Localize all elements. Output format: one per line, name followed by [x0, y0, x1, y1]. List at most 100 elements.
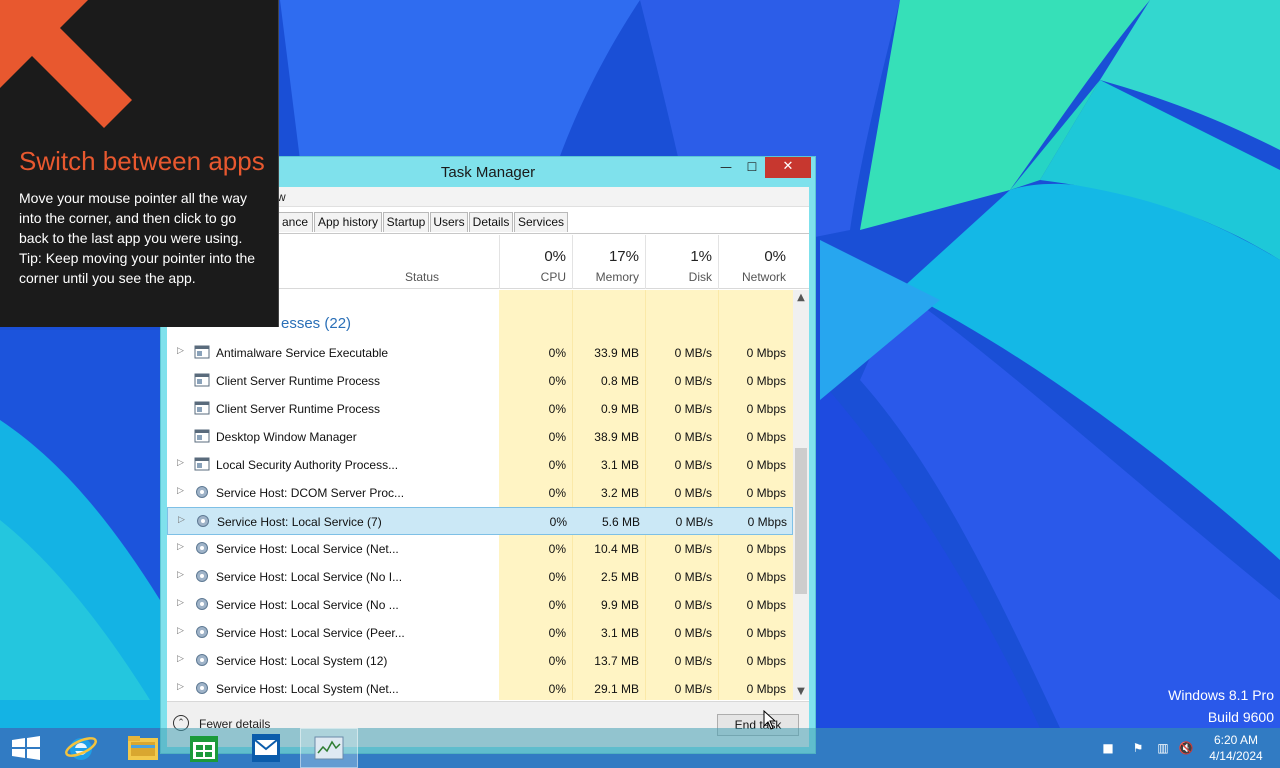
- arrow-up-left-icon: [0, 0, 132, 128]
- tab-app-history[interactable]: App history: [314, 212, 382, 232]
- tab-users[interactable]: Users: [430, 212, 468, 232]
- process-network: 0 Mbps: [746, 542, 786, 556]
- expand-arrow-icon[interactable]: ▷: [177, 597, 184, 608]
- windows-watermark: Windows 8.1 Pro Build 9600: [1168, 684, 1274, 728]
- column-status[interactable]: Status: [405, 270, 439, 284]
- system-clock[interactable]: 6:20 AM 4/14/2024: [1200, 732, 1272, 764]
- volume-muted-icon[interactable]: 🔇: [1178, 740, 1194, 756]
- taskbar-internet-explorer[interactable]: [56, 728, 114, 768]
- expand-arrow-icon[interactable]: ▷: [177, 681, 184, 692]
- start-button[interactable]: [0, 728, 58, 768]
- process-row[interactable]: ▷ Service Host: Local Service (No I... 0% 2…: [167, 563, 793, 591]
- process-disk: 0 MB/s: [674, 542, 712, 556]
- process-network: 0 Mbps: [746, 346, 786, 360]
- minimize-button[interactable]: —: [713, 157, 739, 178]
- process-cpu: 0%: [548, 430, 566, 444]
- file-explorer-icon: [128, 736, 158, 760]
- process-row[interactable]: Client Server Runtime Process 0% 0.9 MB 0 M…: [167, 395, 793, 423]
- process-row[interactable]: ▷ Service Host: Local System (12) 0% 13.7 M…: [167, 647, 793, 675]
- column-memory[interactable]: Memory: [574, 270, 639, 284]
- process-name: Client Server Runtime Process: [216, 402, 381, 416]
- tab-startup[interactable]: Startup: [383, 212, 429, 232]
- process-memory: 13.7 MB: [594, 654, 639, 668]
- process-row[interactable]: ▷ Service Host: Local Service (No ... 0% 9.…: [167, 591, 793, 619]
- tab-details[interactable]: Details: [469, 212, 513, 232]
- network-icon[interactable]: ▥: [1155, 740, 1171, 756]
- process-row[interactable]: Client Server Runtime Process 0% 0.8 MB 0 M…: [167, 367, 793, 395]
- process-row[interactable]: ▷ Service Host: Local Service (7) 0% 5.6 MB…: [167, 507, 793, 535]
- clock-date: 4/14/2024: [1209, 749, 1263, 763]
- process-network: 0 Mbps: [746, 430, 786, 444]
- process-memory: 0.8 MB: [600, 374, 639, 388]
- expand-arrow-icon[interactable]: ▷: [178, 514, 185, 525]
- process-name: Service Host: Local Service (No I...: [216, 570, 403, 584]
- process-name: Service Host: Local Service (No ...: [216, 598, 399, 612]
- show-desktop-icon[interactable]: ■: [1100, 740, 1116, 756]
- process-cpu: 0%: [548, 626, 566, 640]
- process-row[interactable]: ▷ Service Host: Local Service (Net... 0% 10…: [167, 535, 793, 563]
- process-list[interactable]: esses (22) ▷ Antimalware Service Executab…: [167, 290, 793, 700]
- process-row[interactable]: Desktop Window Manager 0% 38.9 MB 0 MB/s 0 M…: [167, 423, 793, 451]
- close-button[interactable]: ✕: [765, 157, 811, 178]
- column-network[interactable]: Network: [720, 270, 786, 284]
- process-network: 0 Mbps: [746, 654, 786, 668]
- process-network: 0 Mbps: [746, 570, 786, 584]
- tab-services[interactable]: Services: [514, 212, 568, 232]
- maximize-button[interactable]: ☐: [739, 157, 765, 178]
- process-name: Service Host: Local System (12): [216, 654, 388, 668]
- process-name: Service Host: Local System (Net...: [216, 682, 399, 696]
- process-disk: 0 MB/s: [674, 626, 712, 640]
- process-network: 0 Mbps: [746, 486, 786, 500]
- column-cpu[interactable]: CPU: [501, 270, 566, 284]
- process-cpu: 0%: [548, 374, 566, 388]
- gear-icon: [196, 570, 208, 582]
- window-icon: [194, 373, 210, 387]
- process-cpu: 0%: [548, 458, 566, 472]
- process-row[interactable]: ▷ Local Security Authority Process... 0% 3.…: [167, 451, 793, 479]
- process-row[interactable]: ▷ Service Host: Local Service (Peer... 0% 3…: [167, 619, 793, 647]
- minimize-icon: —: [720, 160, 732, 174]
- taskbar-file-explorer[interactable]: [114, 728, 172, 768]
- process-row[interactable]: ▷ Antimalware Service Executable 0% 33.9 MB…: [167, 339, 793, 367]
- process-cpu: 0%: [548, 570, 566, 584]
- process-disk: 0 MB/s: [674, 430, 712, 444]
- tab-performance[interactable]: ance: [277, 212, 313, 232]
- process-network: 0 Mbps: [746, 402, 786, 416]
- scroll-down-icon[interactable]: ▼: [793, 684, 809, 700]
- maximize-icon: ☐: [746, 160, 758, 174]
- process-row[interactable]: ▷ Service Host: DCOM Server Proc... 0% 3.2 …: [167, 479, 793, 507]
- process-disk: 0 MB/s: [674, 654, 712, 668]
- taskbar-store[interactable]: [176, 728, 234, 768]
- process-network: 0 Mbps: [747, 515, 787, 529]
- background-processes-header[interactable]: esses (22): [281, 315, 351, 332]
- action-center-flag-icon[interactable]: ⚑: [1130, 740, 1146, 756]
- tip-body-line2: Tip: Keep moving your pointer into the c…: [19, 250, 256, 286]
- process-cpu: 0%: [548, 402, 566, 416]
- expand-arrow-icon[interactable]: ▷: [177, 457, 184, 468]
- process-row[interactable]: ▷ Service Host: Local System (Net... 0% 29.…: [167, 675, 793, 700]
- process-cpu: 0%: [548, 654, 566, 668]
- vertical-scrollbar[interactable]: ▲ ▼: [793, 290, 809, 700]
- expand-arrow-icon[interactable]: ▷: [177, 485, 184, 496]
- column-disk[interactable]: Disk: [647, 270, 712, 284]
- process-cpu: 0%: [548, 598, 566, 612]
- process-memory: 2.5 MB: [600, 570, 639, 584]
- process-network: 0 Mbps: [746, 626, 786, 640]
- expand-arrow-icon[interactable]: ▷: [177, 625, 184, 636]
- window-icon: [194, 457, 210, 471]
- expand-arrow-icon[interactable]: ▷: [177, 345, 184, 356]
- process-memory: 5.6 MB: [601, 515, 640, 529]
- column-cpu-percent: 0%: [544, 248, 566, 265]
- scroll-up-icon[interactable]: ▲: [793, 290, 809, 306]
- taskbar-mail[interactable]: [238, 728, 296, 768]
- scroll-thumb[interactable]: [795, 448, 807, 594]
- expand-arrow-icon[interactable]: ▷: [177, 569, 184, 580]
- watermark-edition: Windows 8.1 Pro: [1168, 687, 1274, 703]
- expand-arrow-icon[interactable]: ▷: [177, 653, 184, 664]
- tip-title: Switch between apps: [19, 146, 265, 176]
- taskbar-task-manager[interactable]: [300, 728, 358, 768]
- process-disk: 0 MB/s: [674, 458, 712, 472]
- process-network: 0 Mbps: [746, 374, 786, 388]
- expand-arrow-icon[interactable]: ▷: [177, 541, 184, 552]
- switch-apps-tip: Switch between apps Move your mouse poin…: [0, 0, 279, 327]
